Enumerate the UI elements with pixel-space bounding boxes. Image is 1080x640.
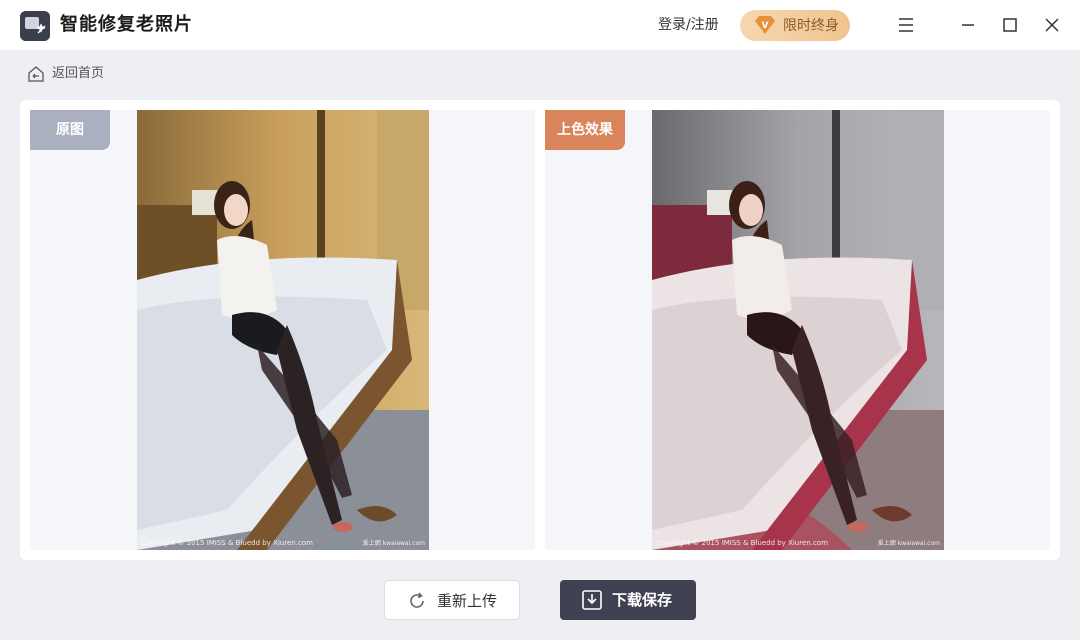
home-back-icon	[28, 66, 44, 82]
original-photo-caption-right: 爱上網 kwaiawai.com	[362, 540, 425, 547]
back-home-label: 返回首页	[52, 66, 105, 81]
vip-diamond-icon: V	[755, 16, 775, 34]
download-icon	[582, 590, 602, 610]
download-save-label: 下载保存	[612, 591, 673, 609]
reupload-button[interactable]: 重新上传	[384, 580, 520, 620]
reupload-label: 重新上传	[437, 592, 498, 610]
result-tag: 上色效果	[545, 110, 625, 150]
app-logo-icon	[20, 11, 50, 41]
result-photo-caption: Copyright © 2015 IMISS & Bluedd by Xiure…	[656, 539, 828, 547]
original-photo: Copyright © 2015 IMISS & Bluedd by Xiure…	[137, 110, 429, 550]
close-button[interactable]	[1038, 11, 1066, 39]
original-image-pane: Copyright © 2015 IMISS & Bluedd by Xiure…	[30, 110, 535, 550]
result-photo-caption-right: 爱上網 kwaiawai.com	[877, 540, 940, 547]
menu-button[interactable]	[892, 11, 920, 39]
close-icon	[1045, 18, 1059, 32]
vip-button[interactable]: V 限时终身	[740, 10, 850, 41]
original-tag: 原图	[30, 110, 110, 150]
comparison-panel: Copyright © 2015 IMISS & Bluedd by Xiure…	[20, 100, 1060, 560]
login-register-link[interactable]: 登录/注册	[658, 15, 719, 35]
title-bar: 智能修复老照片 登录/注册 V 限时终身	[0, 0, 1080, 50]
result-image-pane: Copyright © 2015 IMISS & Bluedd by Xiure…	[545, 110, 1050, 550]
result-photo: Copyright © 2015 IMISS & Bluedd by Xiure…	[652, 110, 944, 550]
minimize-button[interactable]	[954, 11, 982, 39]
minimize-icon	[962, 24, 974, 26]
refresh-icon	[410, 592, 424, 608]
svg-text:V: V	[762, 21, 769, 31]
vip-label: 限时终身	[783, 18, 839, 34]
hamburger-menu-icon	[899, 18, 913, 32]
maximize-icon	[1003, 18, 1017, 32]
maximize-button[interactable]	[996, 11, 1024, 39]
app-title: 智能修复老照片	[60, 14, 193, 35]
original-photo-caption: Copyright © 2015 IMISS & Bluedd by Xiure…	[141, 539, 313, 547]
download-save-button[interactable]: 下载保存	[560, 580, 696, 620]
